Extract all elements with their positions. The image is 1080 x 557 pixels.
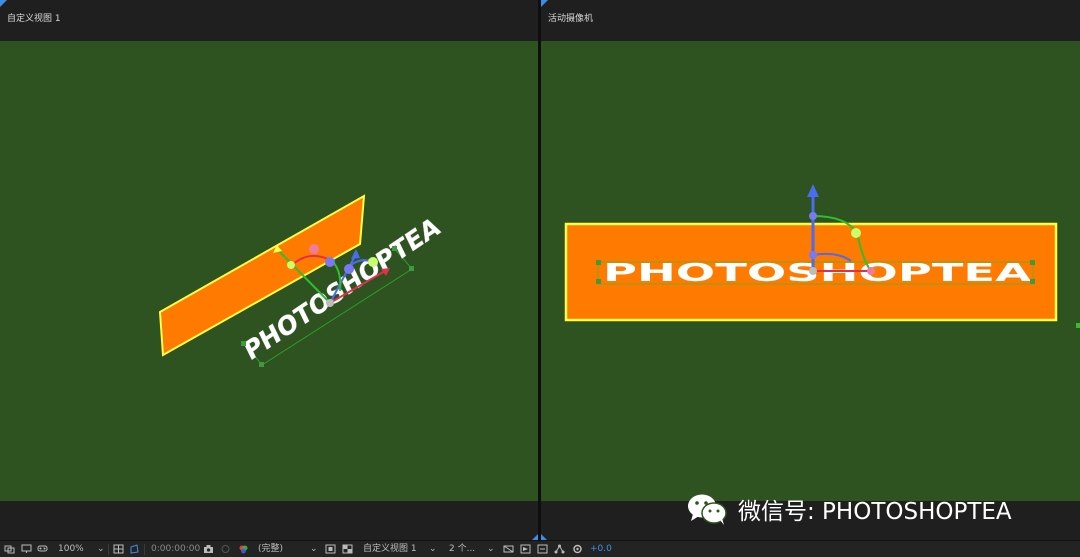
current-time-display[interactable]: 0:00:00:00 [151,543,200,556]
layer-handle-icon[interactable] [409,266,414,271]
zoom-dropdown[interactable]: 100% [58,543,84,556]
exposure-value[interactable]: +0.0 [590,543,612,556]
z-axis-arrow-icon[interactable] [351,249,360,259]
corner-marker-icon [0,0,7,7]
title-safe-grid-icon[interactable] [113,544,124,554]
camera-snapshot-icon[interactable] [203,544,214,554]
left-3d-scene[interactable]: PHOTOSHOPTEA [0,41,538,501]
mask-visibility-icon[interactable] [129,544,140,554]
rotation-handle-icon[interactable] [809,212,817,220]
watermark-text: 微信号: PHOTOSHOPTEA [738,499,1012,525]
toolbar-divider [108,544,109,555]
layer-handle-icon[interactable] [392,246,397,251]
y-axis-arrow-icon[interactable] [807,184,819,197]
rotation-handle-icon[interactable] [851,228,861,238]
layer-handle-icon[interactable] [1030,260,1035,265]
layer-handle-icon[interactable] [596,260,601,265]
right-scene-text: PHOTOSHOPTEA [603,258,1032,287]
resolution-dropdown[interactable]: (完整) [258,543,283,556]
exposure-reset-icon[interactable] [572,544,583,554]
layer-handle-icon[interactable] [1030,279,1035,284]
view-layout-dropdown[interactable]: 自定义视图 1 [363,543,417,556]
rotation-handle-icon[interactable] [309,244,319,254]
offscreen-handle-icon [1076,323,1080,328]
viewer-toolbar: 100% ⌄ 0:00:00:00 (完整) ⌄ 自定义视图 1 ⌄ 2 个..… [0,540,1080,557]
right-viewer-panel: 活动摄像机 PHOTOSHOPTEA [541,0,1080,540]
anchor-point-icon[interactable] [326,299,334,307]
layer-handle-icon[interactable] [241,341,246,346]
right-viewer-title: 活动摄像机 [548,14,594,24]
anchor-point-icon[interactable] [809,267,817,275]
monitor-icon[interactable] [21,544,32,554]
toggle-pixel-aspect-icon[interactable] [503,544,514,554]
rotation-handle-icon[interactable] [344,264,354,274]
chevron-down-icon[interactable]: ⌄ [429,543,437,556]
right-composition-canvas[interactable]: PHOTOSHOPTEA [541,41,1080,501]
chevron-down-icon[interactable]: ⌄ [310,543,318,556]
left-viewer-panel: 自定义视图 1 PHOTOSHOPTEA [0,0,538,540]
left-viewer-title: 自定义视图 1 [7,14,61,24]
layer-handle-icon[interactable] [596,279,601,284]
watermark: 微信号: PHOTOSHOPTEA [686,489,1012,529]
layer-handle-icon[interactable] [259,362,264,367]
right-viewer-header: 活动摄像机 [541,0,1080,41]
left-viewer-header: 自定义视图 1 [0,0,538,41]
chevron-down-icon[interactable]: ⌄ [97,543,105,556]
right-3d-scene[interactable]: PHOTOSHOPTEA [541,41,1080,501]
transparency-grid-icon[interactable] [342,544,353,554]
left-viewer-footer [0,501,538,540]
rotation-handle-icon[interactable] [809,251,817,259]
rotation-handle-icon[interactable] [867,267,875,275]
channel-rgb-icon[interactable] [238,544,249,554]
view-count-dropdown[interactable]: 2 个... [449,543,475,556]
rotation-handle-icon[interactable] [325,257,335,267]
timeline-icon[interactable] [537,544,548,554]
left-composition-canvas[interactable]: PHOTOSHOPTEA [0,41,538,501]
wechat-icon [688,494,727,525]
rotation-handle-icon[interactable] [368,257,378,267]
region-of-interest-icon[interactable] [325,544,336,554]
corner-marker-icon [541,0,548,7]
fast-preview-icon[interactable] [520,544,531,554]
rotation-handle-icon[interactable] [287,261,295,269]
show-snapshot-icon[interactable] [220,544,231,554]
chevron-down-icon[interactable]: ⌄ [487,543,495,556]
always-preview-icon[interactable] [4,544,15,554]
toolbar-divider [144,544,145,555]
flowchart-icon[interactable] [554,544,565,554]
vr-goggles-icon[interactable] [37,544,48,554]
